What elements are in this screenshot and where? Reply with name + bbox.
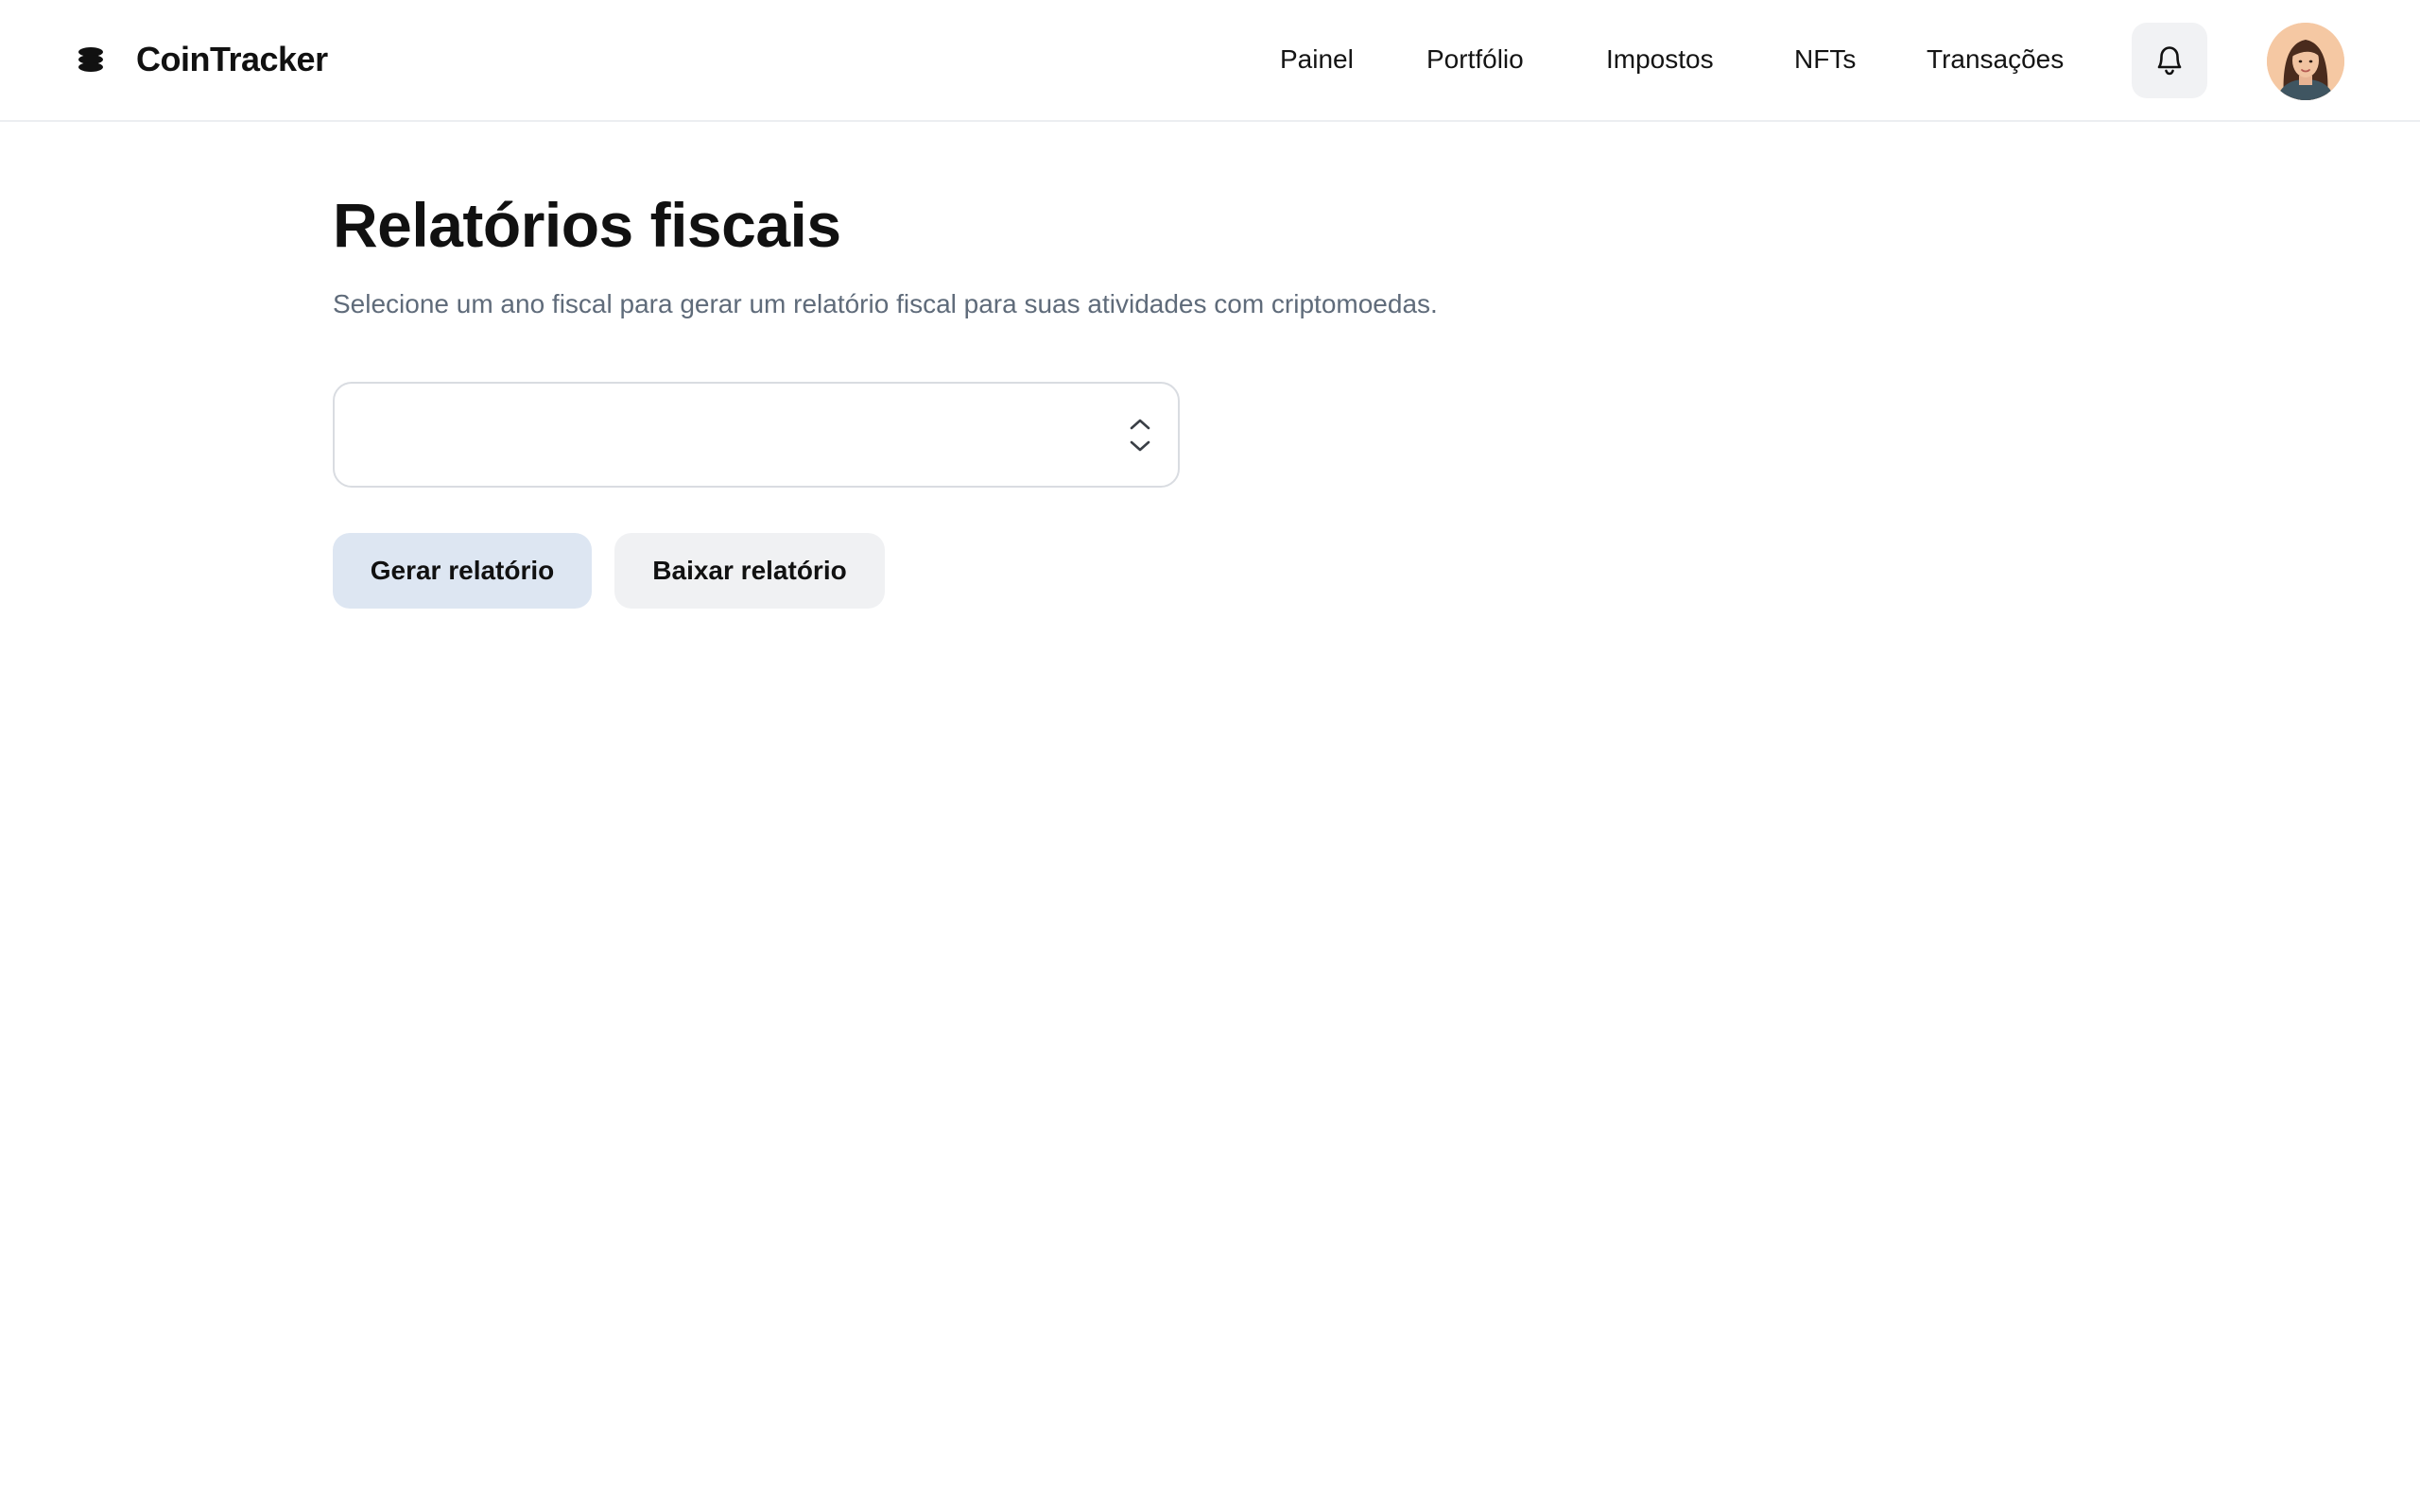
page-title: Relatórios fiscais (333, 190, 841, 260)
chevron-up-down-icon (1127, 412, 1153, 457)
brand[interactable]: CoinTracker (76, 36, 328, 83)
stacked-coins-icon (76, 44, 106, 75)
nav-item-impostos[interactable]: Impostos (1606, 36, 1714, 83)
notifications-button[interactable] (2132, 23, 2207, 98)
page-subtitle: Selecione um ano fiscal para gerar um re… (333, 289, 1438, 318)
download-report-button[interactable]: Baixar relatório (614, 533, 885, 609)
generate-report-button[interactable]: Gerar relatório (333, 533, 592, 609)
nav-item-nfts[interactable]: NFTs (1794, 36, 1856, 83)
bell-icon (2153, 43, 2186, 79)
nav-item-portfolio[interactable]: Portfólio (1426, 36, 1524, 83)
user-avatar[interactable] (2267, 23, 2344, 100)
brand-name: CoinTracker (136, 40, 328, 78)
tax-year-select[interactable] (333, 382, 1180, 488)
nav-item-transacoes[interactable]: Transações (1927, 36, 2064, 83)
nav-item-painel[interactable]: Painel (1280, 36, 1354, 83)
top-navigation-bar: CoinTracker Painel Portfólio Impostos NF… (0, 0, 2420, 122)
